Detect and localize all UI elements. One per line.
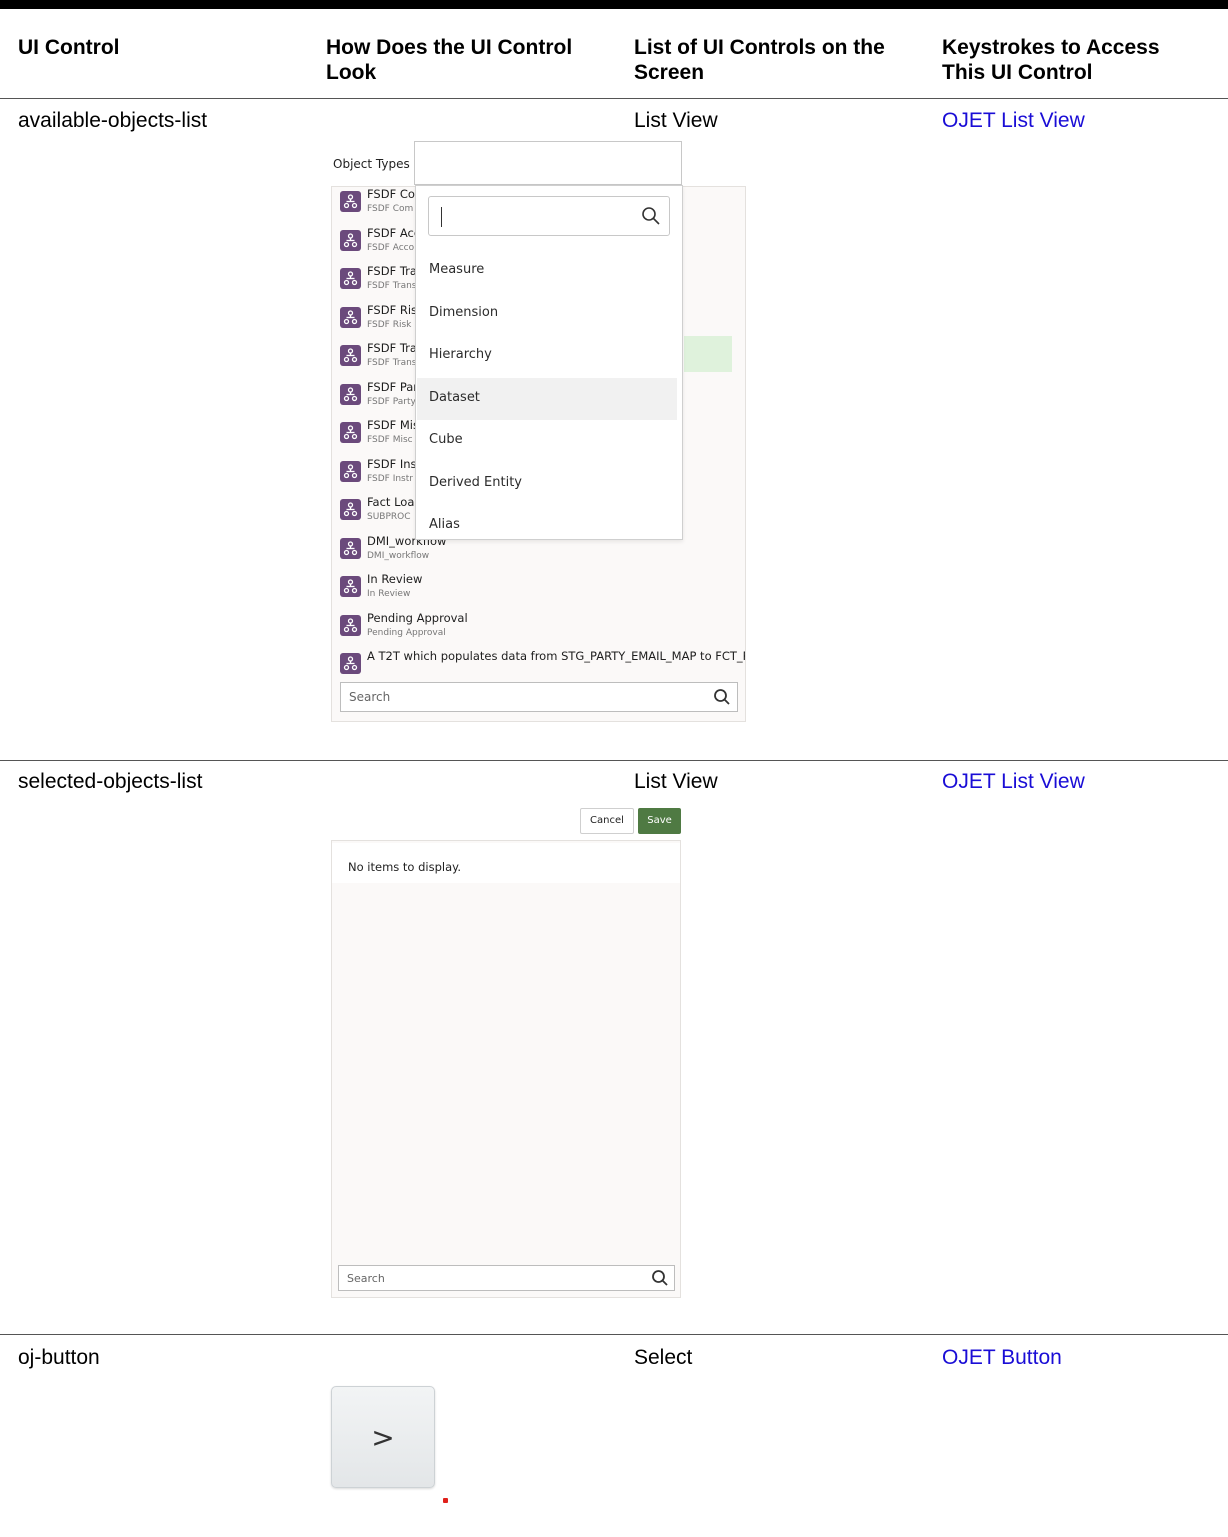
dropdown-option-label: Alias xyxy=(429,517,460,532)
row3-control: oj-button xyxy=(18,1346,100,1369)
save-button[interactable]: Save xyxy=(638,808,681,834)
search-icon xyxy=(714,689,730,705)
dropdown-option-label: Measure xyxy=(429,262,485,277)
list-item[interactable]: Pending Approval Pending Approval xyxy=(340,611,740,649)
cancel-button[interactable]: Cancel xyxy=(580,808,634,834)
dropdown-option[interactable]: Cube xyxy=(417,420,677,462)
dropdown-option[interactable]: Derived Entity xyxy=(417,463,677,505)
workflow-icon xyxy=(340,653,361,674)
list-item-title: FSDF Mis xyxy=(367,418,419,432)
marker-dot xyxy=(443,1498,448,1503)
dropdown-option[interactable]: Dimension xyxy=(417,293,677,335)
selected-objects-panel[interactable]: No items to display. Search xyxy=(331,840,681,1298)
dropdown-search-input[interactable] xyxy=(428,196,670,236)
available-search-input[interactable]: Search xyxy=(340,682,738,712)
workflow-icon xyxy=(340,345,361,366)
row2-control: selected-objects-list xyxy=(18,770,203,793)
header-list: List of UI Controls on the Screen xyxy=(634,36,885,84)
list-item-title: FSDF Par xyxy=(367,379,419,394)
list-item-subtitle: FSDF Party xyxy=(367,396,416,407)
list-item-subtitle: Pending Approval xyxy=(367,627,446,638)
list-item-title: FSDF Risl xyxy=(367,302,421,317)
list-item-subtitle: In Review xyxy=(367,589,411,599)
list-item-subtitle: FSDF Misc xyxy=(367,435,413,445)
workflow-icon xyxy=(340,191,361,212)
list-item[interactable]: In Review In Review xyxy=(340,572,740,610)
list-item-title: In Review xyxy=(367,572,423,586)
list-item-title: FSDF Inst xyxy=(367,456,422,471)
row1-control: available-objects-list xyxy=(18,109,208,132)
search-icon xyxy=(652,1270,668,1286)
dropdown-option[interactable]: Hierarchy xyxy=(417,335,677,377)
list-item-title: Pending Approval xyxy=(367,610,468,625)
row2-rule xyxy=(0,1334,1228,1335)
dropdown-option-label: Dimension xyxy=(429,304,499,320)
row1-list: List View xyxy=(634,109,718,132)
row3-list: Select xyxy=(634,1346,693,1369)
top-rule xyxy=(0,0,1228,9)
dropdown-option[interactable]: Measure xyxy=(417,250,677,292)
workflow-icon xyxy=(340,460,361,482)
object-types-dropdown[interactable]: Measure Dimension Hierarchy Dataset Cube Deri… xyxy=(415,185,683,540)
row3-keystroke-link[interactable]: OJET Button xyxy=(942,1345,1062,1370)
list-item-title: A T2T which populates data from STG_PART… xyxy=(367,649,746,663)
selected-search-input[interactable]: Search xyxy=(338,1265,675,1291)
row1-rule xyxy=(0,760,1228,761)
text-caret xyxy=(441,207,442,227)
list-item-subtitle: DMI_workflow xyxy=(367,550,430,561)
object-types-label: Object Types xyxy=(333,157,410,171)
row2-keystroke-link[interactable]: OJET List View xyxy=(942,769,1085,794)
list-item-subtitle: FSDF Instr xyxy=(367,473,413,484)
list-item-subtitle: SUBPROC xyxy=(367,512,411,522)
list-item-title: Fact Loar xyxy=(367,495,420,509)
list-item-subtitle: FSDF Com xyxy=(367,204,414,214)
workflow-icon xyxy=(340,268,361,289)
list-item-title: FSDF Tra xyxy=(367,341,417,355)
header-ui-control: UI Control xyxy=(18,36,120,59)
workflow-icon xyxy=(340,614,361,636)
workflow-icon xyxy=(340,383,361,405)
header-rule xyxy=(0,98,1228,99)
list-item-title: FSDF Acc xyxy=(367,225,421,240)
dropdown-option-label: Derived Entity xyxy=(429,474,522,490)
empty-text: No items to display. xyxy=(348,860,461,874)
dropdown-option[interactable]: Dataset xyxy=(417,377,677,420)
workflow-icon xyxy=(340,306,361,328)
row1-keystroke-link[interactable]: OJET List View xyxy=(942,108,1085,133)
available-search-placeholder: Search xyxy=(349,690,391,704)
list-item-subtitle: FSDF Acco xyxy=(367,242,415,253)
list-item-title: FSDF Tra xyxy=(367,264,417,278)
dropdown-option[interactable]: Alias xyxy=(417,505,677,547)
empty-row: No items to display. xyxy=(332,843,680,883)
list-item-subtitle: FSDF Risk xyxy=(367,319,412,330)
list-item-subtitle: FSDF Trans xyxy=(367,358,417,368)
dropdown-option-label: Hierarchy xyxy=(429,347,492,362)
object-types-select[interactable] xyxy=(414,141,682,185)
workflow-icon xyxy=(340,576,361,597)
workflow-icon xyxy=(340,229,361,251)
dropdown-option-label: Cube xyxy=(429,432,463,447)
selected-search-placeholder: Search xyxy=(347,1272,385,1285)
row2-list: List View xyxy=(634,770,718,793)
select-button[interactable]: > xyxy=(331,1386,435,1488)
list-item-subtitle: FSDF Trans xyxy=(367,281,417,291)
header-look: How Does the UI Control Look xyxy=(326,36,573,84)
workflow-icon xyxy=(340,422,361,443)
workflow-icon xyxy=(340,499,361,520)
workflow-icon xyxy=(340,537,361,559)
header-keystrokes: Keystrokes to Access This UI Control xyxy=(942,36,1160,84)
dropdown-option-label: Dataset xyxy=(429,389,480,405)
search-icon xyxy=(642,207,660,225)
chevron-right-icon: > xyxy=(371,1421,395,1454)
